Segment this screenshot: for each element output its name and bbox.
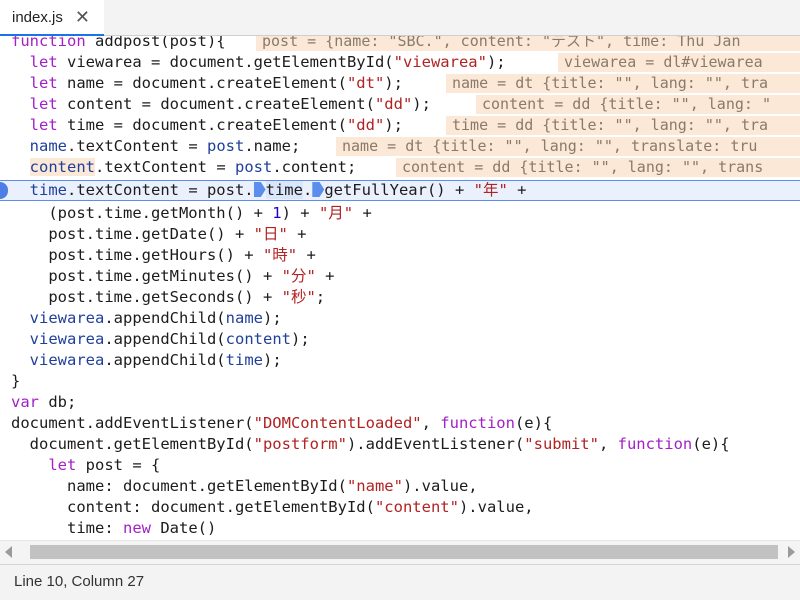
code-line: document.getElementById("postform").addE…	[29, 435, 730, 453]
code-line: var db;	[11, 393, 77, 411]
scroll-left-icon[interactable]	[5, 546, 12, 558]
code-line: let content = document.createElement("dd…	[0, 94, 800, 115]
code-line: document.addEventListener("DOMContentLoa…	[11, 414, 553, 432]
scrollbar-thumb[interactable]	[30, 545, 778, 559]
scroll-right-icon[interactable]	[788, 546, 795, 558]
current-execution-line[interactable]: time.textContent = post. time. getFullYear…	[0, 180, 800, 201]
code-line: name.textContent = post.name; name = dt …	[0, 136, 800, 157]
code-line: time: new Date()	[67, 519, 217, 537]
status-bar: Line 10, Column 27	[0, 564, 800, 600]
pause-location-icon	[312, 182, 325, 197]
code-line: let post = {	[48, 456, 161, 474]
code-line: content.textContent = post.content; cont…	[0, 157, 800, 178]
tab-bar: index.js ✕	[0, 0, 800, 36]
code-line: post.time.getHours() + "時" +	[48, 246, 316, 264]
code-line: viewarea.appendChild(content);	[29, 330, 310, 348]
tab-label: index.js	[12, 8, 63, 26]
code-line: let time = document.createElement("dd");…	[0, 115, 800, 136]
code-line: post.time.getSeconds() + "秒";	[48, 288, 326, 306]
inline-value: time = dd {title: "", lang: "", tra	[446, 116, 800, 135]
horizontal-scrollbar[interactable]	[0, 540, 800, 564]
inline-value: name = dt {title: "", lang: "", translat…	[336, 137, 800, 156]
inline-value: name = dt {title: "", lang: "", tra	[446, 74, 800, 93]
pause-location-icon	[253, 182, 266, 197]
code-line: }	[11, 372, 21, 390]
code-editor[interactable]: function addpost(post){ post = {name: "S…	[0, 36, 800, 540]
inline-value: viewarea = dl#viewarea	[558, 53, 800, 72]
code-line: name: document.getElementById("name").va…	[67, 477, 478, 495]
code-line: viewarea.appendChild(time);	[29, 351, 282, 369]
code-line: let name = document.createElement("dt");…	[0, 73, 800, 94]
cursor-position: Line 10, Column 27	[14, 573, 145, 590]
inline-value: content = dd {title: "", lang: "	[476, 95, 800, 114]
close-icon[interactable]: ✕	[75, 8, 90, 26]
code-line: (post.time.getMonth() + 1) + "月" +	[48, 204, 372, 222]
tab-index-js[interactable]: index.js ✕	[0, 0, 104, 36]
code-line: post.time.getDate() + "日" +	[48, 225, 307, 243]
code-line: let viewarea = document.getElementById("…	[0, 52, 800, 73]
breakpoint-marker-icon[interactable]	[0, 182, 8, 199]
code-line: function addpost(post){ post = {name: "S…	[0, 36, 800, 52]
code-line: content: document.getElementById("conten…	[67, 498, 534, 516]
code-line: post.time.getMinutes() + "分" +	[48, 267, 335, 285]
inline-value: post = {name: "SBC.", content: "テスト", ti…	[256, 36, 800, 51]
code-line: viewarea.appendChild(name);	[29, 309, 282, 327]
inline-value: content = dd {title: "", lang: "", trans	[396, 158, 800, 177]
